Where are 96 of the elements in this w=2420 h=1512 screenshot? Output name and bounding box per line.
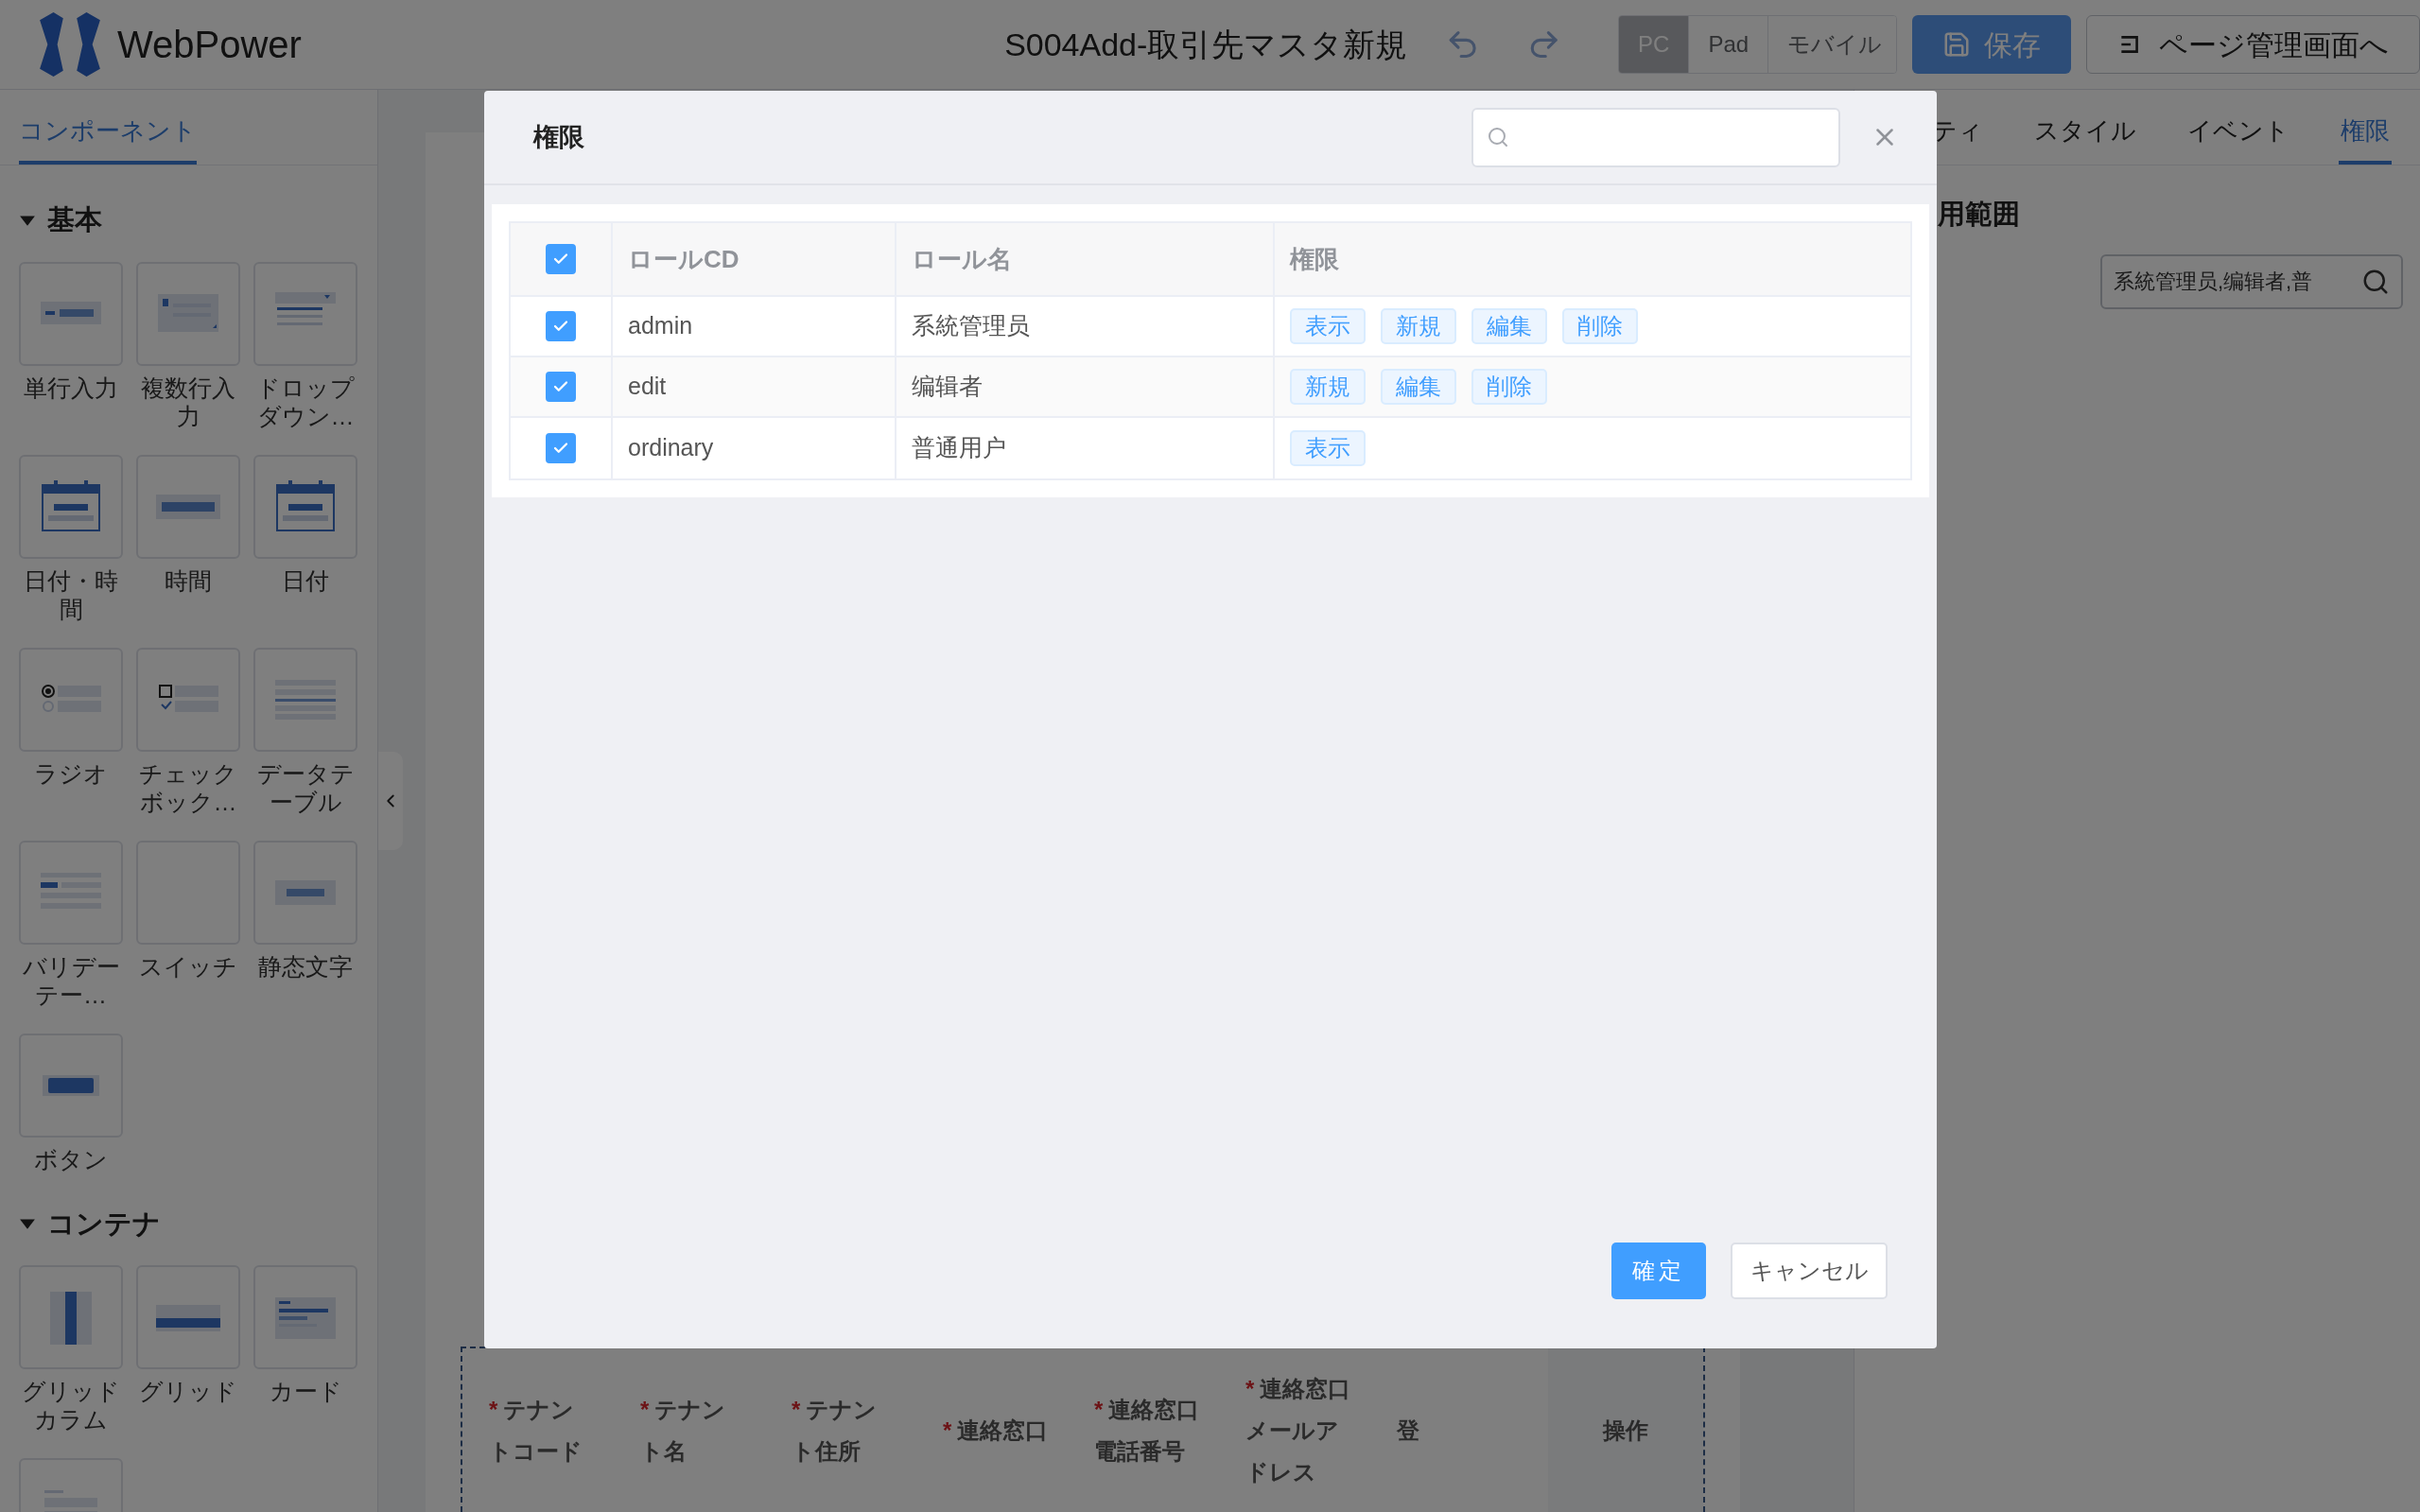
- component-label: 静态文字: [257, 951, 354, 981]
- section-title: 基本: [47, 203, 102, 236]
- component-icon: [41, 872, 101, 909]
- component-icon: [275, 1297, 336, 1339]
- checkbox[interactable]: [546, 433, 576, 463]
- role-field[interactable]: 系統管理员,编辑者,普: [2100, 253, 2403, 309]
- component-icon: [156, 1305, 220, 1331]
- component-tile[interactable]: [253, 647, 357, 752]
- component-label: 複数行入力: [140, 373, 236, 430]
- component-tile[interactable]: [136, 454, 240, 559]
- column-header: * テナントコード: [489, 1395, 583, 1466]
- component-tile[interactable]: [136, 647, 240, 752]
- component-icon: [41, 301, 101, 324]
- column-header: ロール名: [912, 243, 1012, 275]
- component-label: チェックボック…: [138, 758, 238, 816]
- component-icon: [159, 684, 218, 712]
- section-title: コンテナ: [47, 1207, 161, 1241]
- permission-tag: 表示: [1290, 308, 1366, 344]
- column-header: * 連絡窓口: [943, 1416, 1049, 1445]
- section-title: 用範囲: [1937, 198, 2021, 231]
- dialog-title: 権限: [533, 121, 584, 153]
- component-tile[interactable]: [19, 840, 123, 945]
- save-button[interactable]: 保存: [1912, 15, 2071, 74]
- component-icon: [43, 1074, 99, 1096]
- confirm-button[interactable]: 確定: [1611, 1243, 1706, 1299]
- column-header: 操作: [1603, 1416, 1648, 1445]
- component-tile[interactable]: [136, 1265, 240, 1369]
- component-icon: [42, 479, 100, 531]
- component-label: ボタン: [33, 1144, 109, 1173]
- component-icon: [275, 291, 336, 325]
- component-label: 日付: [281, 565, 330, 595]
- page-manage-button[interactable]: ページ管理画面へ: [2086, 15, 2420, 74]
- component-tile[interactable]: [253, 840, 357, 945]
- component-label: ラジオ: [33, 758, 109, 788]
- panel-tab[interactable]: 権限: [2339, 113, 2392, 165]
- component-label: スイッチ: [138, 951, 238, 981]
- save-icon: [1942, 30, 1971, 59]
- component-icon: [276, 479, 335, 531]
- table-cell-text: edit: [628, 372, 667, 402]
- column-header: * テナント住所: [792, 1395, 879, 1466]
- panel-tab[interactable]: ティ: [1930, 113, 1985, 165]
- component-tile[interactable]: [19, 1265, 123, 1369]
- component-label: バリデーテー…: [21, 951, 121, 1009]
- column-header: ロールCD: [628, 243, 740, 275]
- component-tile[interactable]: [253, 1265, 357, 1369]
- component-tile[interactable]: [19, 647, 123, 752]
- component-tile[interactable]: [136, 261, 240, 366]
- table-cell-text: 普通用户: [912, 433, 1006, 463]
- component-label: ドロップダウン…: [255, 373, 356, 430]
- table-cell-text: admin: [628, 311, 693, 341]
- component-tile[interactable]: [253, 261, 357, 366]
- permission-tag: 編集: [1471, 308, 1547, 344]
- table-cell-text: 系統管理员: [912, 311, 1030, 341]
- permission-tag: 削除: [1562, 308, 1638, 344]
- component-tile[interactable]: [253, 454, 357, 559]
- search-field[interactable]: [1471, 107, 1840, 167]
- panel-tab[interactable]: スタイル: [2032, 113, 2138, 165]
- checkbox[interactable]: [546, 311, 576, 341]
- app-name: WebPower: [117, 23, 302, 67]
- component-label: 単行入力: [23, 373, 119, 402]
- component-label: グリッドカラム: [21, 1377, 121, 1434]
- table-cell-text: 编辑者: [912, 372, 983, 402]
- cancel-button[interactable]: キャンセル: [1731, 1243, 1888, 1299]
- component-label: グリッド: [138, 1377, 238, 1405]
- collapse-handle[interactable]: [378, 752, 403, 850]
- component-tile[interactable]: [19, 261, 123, 366]
- component-icon: [275, 679, 336, 720]
- permission-tag: 編集: [1381, 369, 1456, 405]
- component-icon: [50, 1292, 92, 1345]
- panel-tab[interactable]: イベント: [2185, 113, 2291, 165]
- permission-tag: 新規: [1290, 369, 1366, 405]
- column-header: * 連絡窓口電話番号: [1094, 1395, 1200, 1466]
- component-label: 日付・時間: [23, 565, 119, 623]
- component-icon: [158, 293, 218, 332]
- search-icon: [1487, 126, 1509, 148]
- component-tile[interactable]: [19, 1033, 123, 1138]
- panel-tab[interactable]: コンポーネント: [19, 113, 197, 165]
- permission-tag: 表示: [1290, 430, 1366, 466]
- column-header: 権限: [1290, 243, 1339, 275]
- component-label: 時間: [164, 565, 213, 595]
- component-icon: [42, 684, 101, 712]
- component-tile[interactable]: [19, 454, 123, 559]
- table-cell-text: ordinary: [628, 433, 714, 463]
- column-header: * テナント名: [640, 1395, 727, 1466]
- checkbox[interactable]: [546, 372, 576, 402]
- page-title: S004Add-取引先マスタ新規: [1004, 25, 1408, 64]
- checkbox[interactable]: [546, 244, 576, 274]
- column-header: 登: [1397, 1416, 1420, 1445]
- column-header: * 連絡窓口メールアドレス: [1245, 1374, 1351, 1486]
- component-icon: [156, 494, 220, 519]
- component-icon: [275, 879, 336, 905]
- field-value: 系統管理员,编辑者,普: [2114, 269, 2313, 295]
- component-label: カード: [268, 1377, 343, 1405]
- permission-tag: 新規: [1381, 308, 1456, 344]
- permission-tag: 削除: [1471, 369, 1547, 405]
- component-label: データテーブル: [255, 758, 356, 816]
